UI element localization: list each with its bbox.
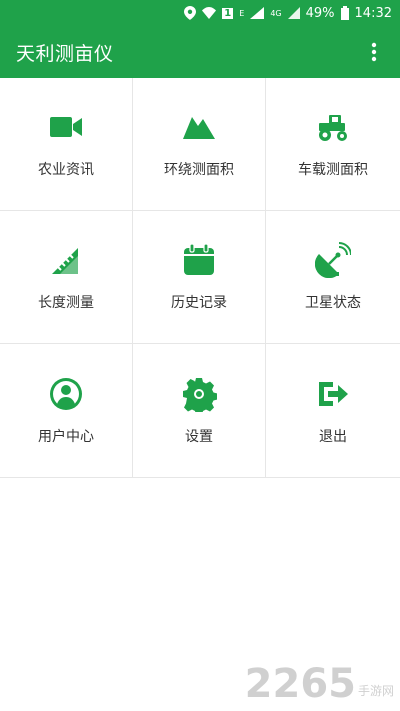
tractor-icon	[319, 115, 347, 141]
wifi-icon	[202, 7, 217, 19]
watermark-number: 2265	[244, 661, 356, 707]
menu-item-settings[interactable]: 设置	[133, 344, 266, 477]
menu-item-exit[interactable]: 退出	[266, 344, 400, 477]
watermark-logo: 2265 手游网	[245, 661, 394, 707]
menu-item-surround-area[interactable]: 环绕测面积	[133, 78, 266, 211]
mountain-icon	[183, 117, 215, 139]
network-type-label: E	[239, 8, 245, 18]
menu-item-label: 农业资讯	[38, 162, 94, 178]
menu-item-user-center[interactable]: 用户中心	[0, 344, 133, 477]
signal-icon	[250, 7, 265, 19]
network-type-label-2: 4G	[270, 8, 282, 18]
calendar-icon	[184, 243, 214, 275]
signal-icon-2	[287, 7, 300, 19]
video-camera-icon	[50, 117, 82, 137]
menu-grid: 农业资讯 环绕测面积 车载测面积 长度测量 历史记录 卫星状态 用户中心 设置 …	[0, 78, 400, 478]
menu-item-label: 卫星状态	[305, 295, 361, 311]
sim-badge: 1	[222, 7, 234, 19]
more-vert-icon	[371, 42, 377, 62]
menu-item-satellite-status[interactable]: 卫星状态	[266, 211, 400, 344]
menu-item-label: 长度测量	[38, 295, 94, 311]
menu-item-vehicle-area[interactable]: 车载测面积	[266, 78, 400, 211]
menu-item-label: 设置	[185, 428, 213, 445]
location-icon	[184, 6, 197, 20]
overflow-menu-button[interactable]	[362, 40, 386, 64]
satellite-dish-icon	[315, 242, 351, 278]
menu-item-label: 用户中心	[38, 428, 94, 445]
clock: 14:32	[354, 5, 392, 21]
gear-icon	[183, 377, 217, 412]
ruler-icon	[52, 248, 78, 274]
watermark-text: 手游网	[357, 684, 394, 698]
battery-icon	[340, 6, 349, 20]
battery-percent: 49%	[305, 5, 335, 21]
exit-icon	[319, 381, 348, 406]
menu-item-agri-news[interactable]: 农业资讯	[0, 78, 133, 211]
menu-item-label: 车载测面积	[298, 162, 368, 178]
status-bar: 1 E 4G 49% 14:32	[0, 0, 400, 26]
menu-item-label: 环绕测面积	[164, 162, 234, 178]
app-bar: 天利测亩仪	[0, 26, 400, 78]
menu-item-label: 退出	[319, 428, 347, 445]
menu-item-history[interactable]: 历史记录	[133, 211, 266, 344]
user-circle-icon	[50, 377, 82, 410]
menu-item-length-measure[interactable]: 长度测量	[0, 211, 133, 344]
page-title: 天利测亩仪	[16, 42, 114, 65]
menu-item-label: 历史记录	[171, 295, 227, 311]
